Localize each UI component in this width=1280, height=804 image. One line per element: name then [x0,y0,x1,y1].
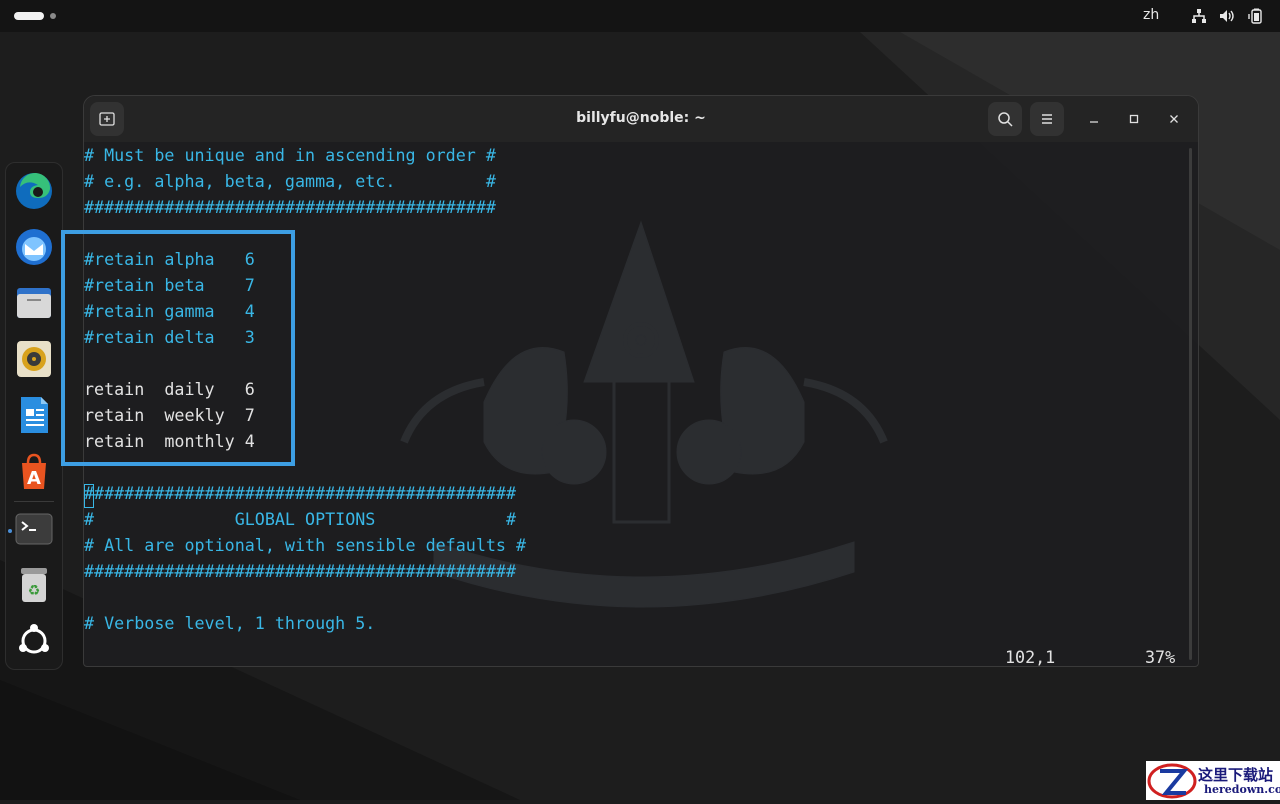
code-line: # GLOBAL OPTIONS # [84,509,517,529]
thunderbird-icon[interactable] [14,227,54,267]
code-line: ########################################… [84,483,517,503]
site-name-en: heredown.com [1204,783,1280,796]
search-icon [998,112,1013,127]
search-button[interactable] [988,102,1022,136]
terminal-titlebar[interactable]: billyfu@noble: ~ [84,96,1198,142]
dock: A ♻ [5,162,63,670]
network-icon[interactable] [1191,8,1207,24]
workspace-active-indicator [14,12,44,20]
code-line: # Must be unique and in ascending order … [84,145,496,165]
scrollbar[interactable] [1189,148,1192,660]
scroll-percent-status: 37% [1145,647,1176,667]
code-line: ########################################… [84,561,517,581]
code-line: # All are optional, with sensible defaul… [84,535,527,555]
app-center-icon[interactable]: A [14,451,54,491]
writer-icon[interactable] [14,395,54,435]
terminal-icon[interactable] [14,509,54,549]
minimize-button[interactable] [1082,107,1106,131]
minimize-icon [1090,121,1098,123]
workspace-inactive-indicator [50,13,56,19]
cursor-position-status: 102,1 [1005,647,1056,667]
input-language-indicator[interactable]: zh [1143,7,1159,23]
maximize-icon [1129,114,1139,124]
top-bar: zh [0,0,1280,32]
code-line: ########################################… [84,197,496,217]
close-button[interactable] [1162,107,1186,131]
ubuntu-icon[interactable] [14,621,54,661]
battery-icon[interactable] [1248,8,1264,24]
close-icon [1170,115,1178,123]
maximize-button[interactable] [1122,107,1146,131]
running-app-indicator [8,529,12,533]
site-name-cn: 这里下载站 [1198,766,1274,784]
highlight-annotation-box [61,230,295,466]
code-line: # e.g. alpha, beta, gamma, etc. # [84,171,496,191]
svg-text:♻: ♻ [28,583,41,599]
site-logo-icon [1147,763,1197,799]
code-line: # Verbose level, 1 through 5. [84,613,376,633]
activities-indicator[interactable] [14,11,56,21]
files-icon[interactable] [14,283,54,323]
site-watermark: 这里下载站 heredown.com [1146,761,1280,800]
text-cursor [84,484,94,508]
trash-icon[interactable]: ♻ [14,565,54,605]
menu-button[interactable] [1030,102,1064,136]
dock-separator [14,501,54,502]
volume-icon[interactable] [1219,8,1235,24]
svg-text:A: A [27,468,41,489]
rhythmbox-icon[interactable] [14,339,54,379]
edge-icon[interactable] [14,171,54,211]
hamburger-menu-icon [1042,114,1052,124]
